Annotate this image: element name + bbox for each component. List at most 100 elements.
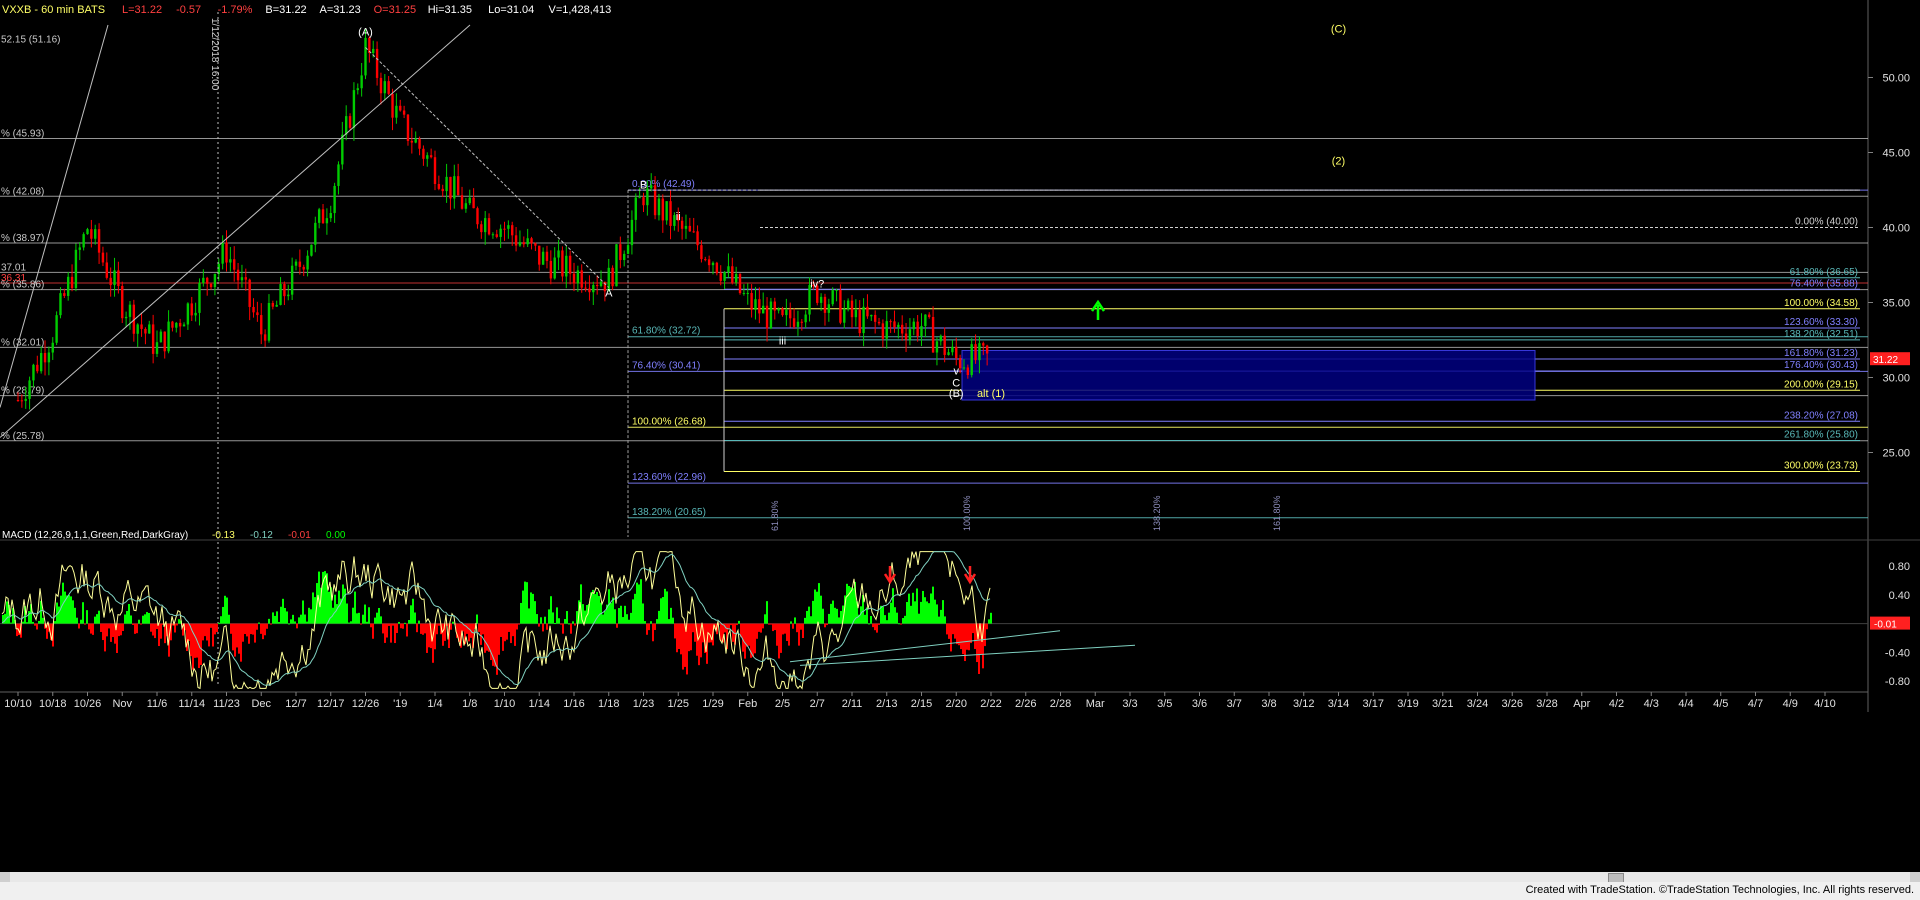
horizontal-scrollbar[interactable] xyxy=(0,872,1920,883)
macd-histogram-bar xyxy=(72,600,74,624)
macd-histogram-bar xyxy=(670,607,672,624)
macd-histogram-bar xyxy=(34,623,36,626)
fib-label-left: 52.15 (51.16) xyxy=(1,35,61,46)
macd-histogram-bar xyxy=(500,623,502,637)
price-candle-body xyxy=(302,266,305,270)
macd-histogram-bar xyxy=(98,610,100,624)
macd-histogram-bar xyxy=(130,615,132,624)
price-candle-body xyxy=(904,333,908,340)
price-candle-body xyxy=(622,253,626,261)
macd-histogram-bar xyxy=(102,623,104,641)
price-candle-body xyxy=(124,316,128,319)
price-candle-body xyxy=(260,315,263,335)
price-candle-body xyxy=(329,213,332,219)
macd-readout: 0.00 xyxy=(326,530,346,541)
date-tick-label: 1/4 xyxy=(427,698,442,710)
macd-histogram-bar xyxy=(630,612,632,624)
price-candle-body xyxy=(684,225,688,229)
price-candle-body xyxy=(885,321,888,339)
macd-histogram-bar xyxy=(304,614,306,624)
macd-histogram-bar xyxy=(664,588,666,624)
macd-histogram-bar xyxy=(480,623,482,645)
macd-histogram-bar xyxy=(834,607,836,624)
macd-histogram-bar xyxy=(138,619,140,624)
last-price-label: 31.22 xyxy=(1873,355,1898,366)
macd-histogram-bar xyxy=(154,623,156,639)
macd-histogram-bar xyxy=(882,606,884,624)
price-candle-body xyxy=(402,110,406,115)
price-candle-body xyxy=(437,183,441,189)
date-tick-label: 11/14 xyxy=(178,698,205,710)
price-candle-body xyxy=(372,48,375,54)
macd-histogram-bar xyxy=(962,623,964,655)
header-stat: -1.79% xyxy=(218,4,253,16)
macd-histogram-bar xyxy=(608,589,610,624)
macd-histogram-bar xyxy=(274,615,276,624)
macd-histogram-bar xyxy=(152,623,154,636)
price-candle-body xyxy=(939,335,943,342)
fib-label-left: % (35.86) xyxy=(1,280,44,291)
fib-label-right: 200.00% (29.15) xyxy=(1784,379,1858,390)
price-candle-body xyxy=(294,261,298,266)
macd-histogram-bar xyxy=(738,620,740,624)
price-candle-body xyxy=(229,259,232,263)
scroll-left-arrow-icon[interactable] xyxy=(0,872,10,882)
macd-histogram-bar xyxy=(134,623,136,634)
macd-histogram-bar xyxy=(530,592,532,624)
macd-histogram-bar xyxy=(394,623,396,644)
price-candle-body xyxy=(518,242,522,246)
price-candle-body xyxy=(781,308,784,316)
macd-histogram-bar xyxy=(682,623,684,670)
macd-histogram-bar xyxy=(376,612,378,624)
scroll-right-arrow-icon[interactable] xyxy=(1910,872,1920,882)
price-candle-body xyxy=(453,176,456,199)
price-tick-label: 40.00 xyxy=(1882,223,1910,235)
price-candle-body xyxy=(422,148,425,159)
macd-histogram-bar xyxy=(778,623,780,659)
macd-histogram-bar xyxy=(290,619,292,624)
price-candle-body xyxy=(375,48,379,78)
price-candle-body xyxy=(190,303,193,316)
price-candle-body xyxy=(341,134,344,165)
date-tick-label: 10/10 xyxy=(4,698,32,710)
macd-histogram-bar xyxy=(900,623,902,625)
price-candle-body xyxy=(789,309,792,319)
price-candle-body xyxy=(707,259,711,266)
macd-histogram-bar xyxy=(386,623,388,638)
price-candle-body xyxy=(920,325,923,337)
macd-histogram-bar xyxy=(140,623,142,625)
macd-histogram-bar xyxy=(748,623,750,646)
date-tick-label: 3/6 xyxy=(1192,698,1207,710)
macd-histogram-bar xyxy=(26,622,28,624)
date-tick-label: 3/3 xyxy=(1122,698,1137,710)
chart-area[interactable]: VXXB - 60 min BATS L=31.22 -0.57 -1.79% B=31… xyxy=(0,0,1920,900)
price-candle-body xyxy=(395,105,398,118)
macd-histogram-bar xyxy=(776,623,778,646)
price-candle-body xyxy=(495,234,498,237)
macd-histogram-bar xyxy=(936,604,938,624)
macd-histogram-bar xyxy=(374,617,376,624)
macd-histogram-bar xyxy=(540,617,542,624)
macd-histogram-bar xyxy=(814,589,816,624)
macd-readout: -0.13 xyxy=(212,530,235,541)
macd-histogram-bar xyxy=(238,623,240,654)
macd-histogram-bar xyxy=(688,623,690,652)
price-candle-body xyxy=(178,322,182,327)
wave-label: (2) xyxy=(1332,156,1345,168)
price-candle-body xyxy=(414,138,417,143)
price-candle-body xyxy=(97,229,101,253)
price-candle-body xyxy=(966,367,970,376)
macd-histogram-bar xyxy=(388,623,390,626)
macd-histogram-bar xyxy=(556,607,558,624)
price-candle-body xyxy=(626,245,630,254)
price-candle-body xyxy=(256,312,259,316)
macd-histogram-bar xyxy=(160,623,162,639)
date-tick-label: 4/9 xyxy=(1783,698,1798,710)
price-chart-svg[interactable]: VXXB - 60 min BATS L=31.22 -0.57 -1.79% B=31… xyxy=(0,0,1920,872)
date-tick-label: 1/25 xyxy=(668,698,689,710)
price-candle-body xyxy=(418,138,421,149)
price-candle-body xyxy=(704,259,707,261)
price-candle-body xyxy=(680,220,684,229)
price-candle-body xyxy=(468,197,471,204)
price-candle-body xyxy=(935,341,939,353)
